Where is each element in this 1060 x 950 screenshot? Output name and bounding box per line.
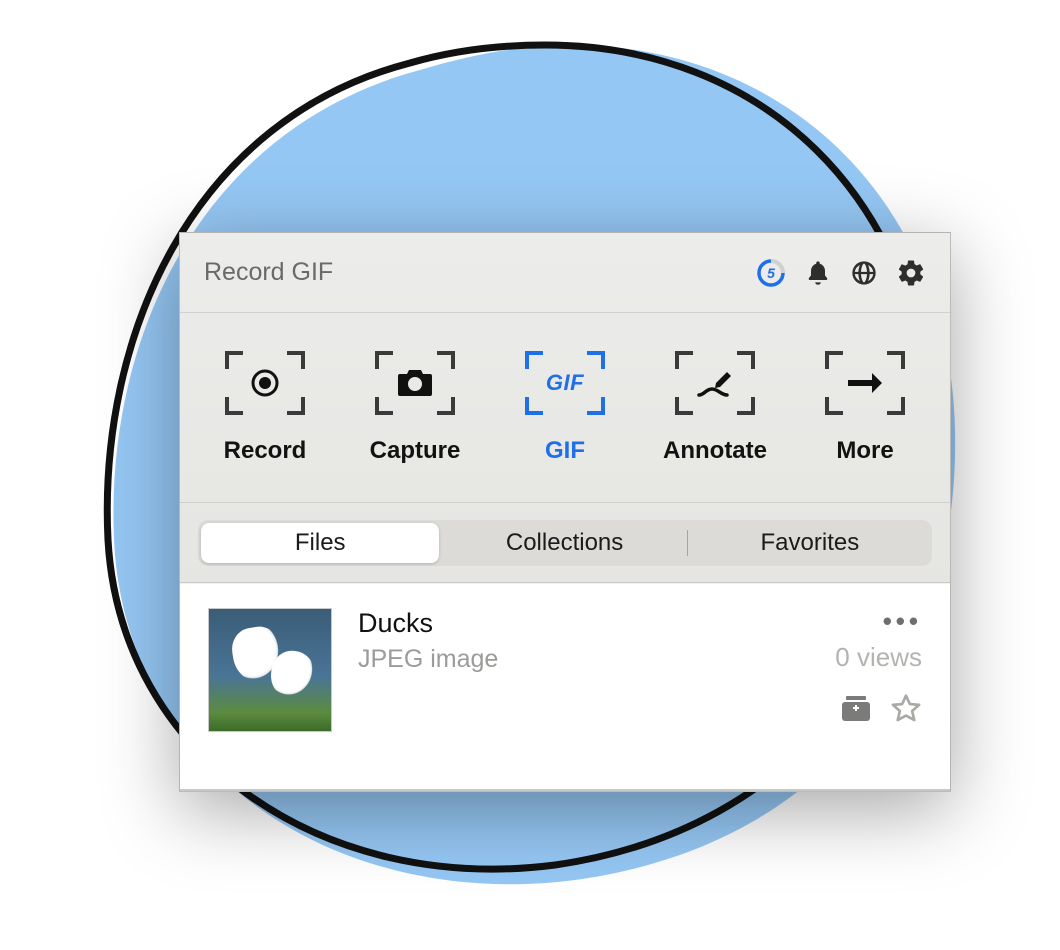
thumbnail (208, 608, 332, 732)
svg-text:5: 5 (767, 265, 775, 281)
countdown-timer-icon[interactable]: 5 (756, 258, 786, 288)
arrow-right-icon (825, 351, 905, 415)
tool-label: GIF (545, 437, 585, 465)
tool-record[interactable]: Record (195, 351, 335, 465)
record-dot-icon (225, 351, 305, 415)
bell-icon[interactable] (804, 259, 832, 287)
window-title: Record GIF (204, 258, 333, 287)
tab-collections[interactable]: Collections (442, 520, 686, 566)
tool-more[interactable]: More (795, 351, 935, 465)
titlebar: Record GIF 5 (180, 233, 950, 313)
app-window: Record GIF 5 (179, 232, 951, 792)
gear-icon[interactable] (896, 258, 926, 288)
camera-icon (375, 351, 455, 415)
item-title: Ducks (358, 608, 809, 639)
add-to-collection-icon[interactable] (840, 693, 872, 725)
gif-text-icon: GIF (525, 351, 605, 415)
globe-icon[interactable] (850, 259, 878, 287)
tool-gif[interactable]: GIF GIF (495, 351, 635, 465)
titlebar-actions: 5 (756, 258, 926, 288)
more-options-button[interactable]: ••• (883, 608, 922, 634)
pencil-line-icon (675, 351, 755, 415)
tab-favorites[interactable]: Favorites (688, 520, 932, 566)
tool-label: Record (224, 437, 307, 465)
tab-files[interactable]: Files (201, 523, 439, 563)
tool-label: Annotate (663, 437, 767, 465)
favorite-star-icon[interactable] (890, 693, 922, 725)
view-tabs: Files Collections Favorites (180, 503, 950, 583)
item-views: 0 views (835, 642, 922, 673)
tool-annotate[interactable]: Annotate (645, 351, 785, 465)
list-item[interactable]: Ducks JPEG image ••• 0 views (180, 584, 950, 756)
tool-label: More (836, 437, 893, 465)
main-toolbar: Record Capture GIF GIF (180, 313, 950, 503)
file-list: Ducks JPEG image ••• 0 views (180, 583, 950, 791)
tool-capture[interactable]: Capture (345, 351, 485, 465)
item-subtitle: JPEG image (358, 645, 809, 674)
tool-label: Capture (370, 437, 461, 465)
